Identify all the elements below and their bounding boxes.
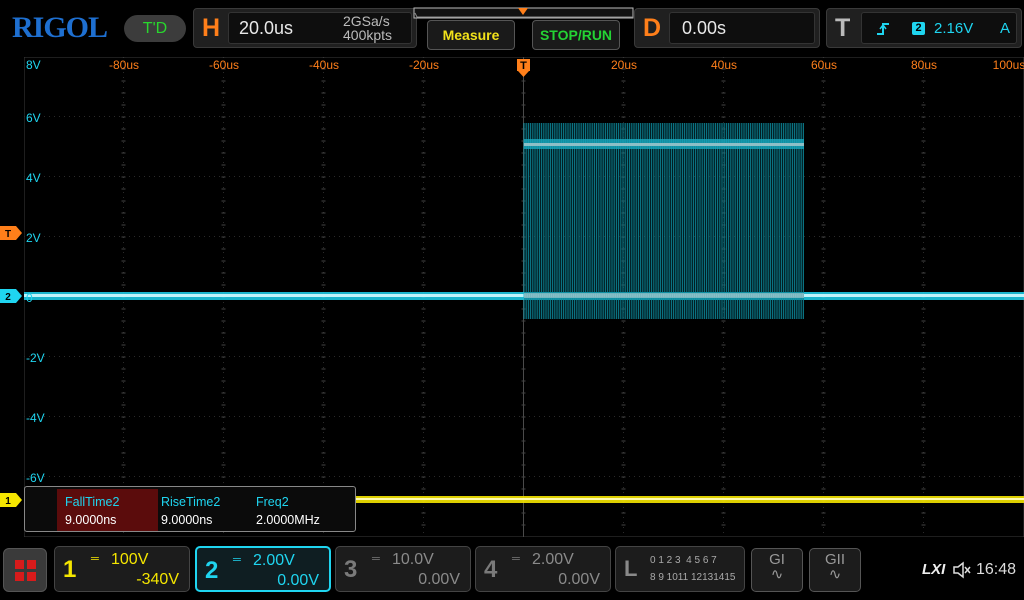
delay-panel[interactable]: D 0.00s <box>634 8 820 48</box>
voltage-axis-label: 8V <box>26 58 41 72</box>
channel-number: 2 <box>205 557 219 584</box>
trigger-level-marker[interactable]: T <box>0 226 24 240</box>
voltage-axis-label: 6V <box>26 111 41 125</box>
stop-run-button[interactable]: STOP/RUN <box>532 20 620 50</box>
channel-offset: -340V <box>136 571 179 588</box>
channel-number: 4 <box>484 556 498 583</box>
channel-scale: 2.00V <box>532 551 574 568</box>
trigger-level: 2.16V <box>934 20 974 37</box>
measurement-value: 2.0000MHz <box>256 513 320 527</box>
memory-position-strip <box>413 7 634 19</box>
delay-value: 0.00s <box>682 18 727 38</box>
system-clock: 16:48 <box>976 561 1017 578</box>
rising-edge-icon <box>877 23 889 35</box>
dc-coupling-icon: ═ <box>372 553 380 565</box>
menu-grid-icon <box>15 560 24 569</box>
bottom-bar: 1 ═ 100V -340V 2 ═ 2.00V 0.00V 3 ═ 10.0V… <box>0 541 1024 600</box>
svg-text:T: T <box>520 60 527 72</box>
voltage-axis-label: -6V <box>26 471 45 485</box>
measurement-value: 9.0000ns <box>65 513 117 527</box>
time-axis-label: 100us <box>993 58 1024 72</box>
ch1-offset-marker[interactable]: 1 <box>0 493 24 507</box>
channel-scale: 2.00V <box>253 552 295 569</box>
memory-depth: 400kpts <box>343 27 393 43</box>
timebase-value: 20.0us <box>239 18 294 38</box>
trigger-readout: 2 2.16V A <box>861 12 1017 44</box>
time-axis-label: -80us <box>109 58 139 72</box>
voltage-axis-label: 0 <box>26 291 33 305</box>
measure-button[interactable]: Measure <box>427 20 515 50</box>
channel-offset: 0.00V <box>418 571 460 588</box>
channel-number: 1 <box>63 556 77 583</box>
generator-2-button[interactable]: GII ∿ <box>809 548 861 592</box>
generator-1-button[interactable]: GI ∿ <box>751 548 803 592</box>
top-bar: RIGOL T'D H 20.0us 2GSa/s 400kpts Measur… <box>0 0 1024 56</box>
logic-channels-row1: 0 1 2 3 4 5 6 7 <box>650 555 717 566</box>
logic-analyzer-box[interactable]: L 0 1 2 3 4 5 6 7 8 9 1011 12131415 <box>615 546 745 592</box>
time-axis-label: 80us <box>911 58 937 72</box>
time-axis-label: -60us <box>209 58 239 72</box>
time-axis-label: -40us <box>309 58 339 72</box>
logic-channels-row2: 8 9 1011 12131415 <box>650 572 736 583</box>
time-axis-label: -20us <box>409 58 439 72</box>
trigger-letter: T <box>835 14 851 42</box>
channel-1-box[interactable]: 1 ═ 100V -340V <box>54 546 190 592</box>
brand-logo: RIGOL <box>12 11 108 44</box>
ch1-marker-label: 1 <box>5 496 11 507</box>
channel-scale: 10.0V <box>392 551 434 568</box>
measurement-name: RiseTime2 <box>161 495 221 509</box>
trigger-source-badge: 2 <box>912 22 925 35</box>
lxi-logo: LXI <box>922 561 946 578</box>
waveform-grid[interactable]: -80us -60us -40us -20us 20us 40us 60us 80us 100u… <box>24 57 1024 537</box>
time-axis-label: 40us <box>711 58 737 72</box>
dc-coupling-icon: ═ <box>233 554 241 566</box>
speaker-muted-icon[interactable] <box>952 561 972 579</box>
time-axis-label: 60us <box>811 58 837 72</box>
trigger-level-marker-label: T <box>5 229 11 240</box>
channel-offset: 0.00V <box>558 571 600 588</box>
delay-letter: D <box>643 14 662 42</box>
measurement-name: FallTime2 <box>65 495 120 509</box>
measurement-name: Freq2 <box>256 495 289 509</box>
trigger-mode: A <box>1000 20 1011 37</box>
channel-offset: 0.00V <box>277 572 319 589</box>
voltage-axis-label: -2V <box>26 351 45 365</box>
delay-readout: 0.00s <box>669 12 815 44</box>
horizontal-panel[interactable]: H 20.0us 2GSa/s 400kpts <box>193 8 417 48</box>
voltage-axis-label: -4V <box>26 411 45 425</box>
channel-2-box[interactable]: 2 ═ 2.00V 0.00V <box>195 546 331 592</box>
time-axis-label: 20us <box>611 58 637 72</box>
sine-wave-icon: ∿ <box>770 566 784 583</box>
trigger-panel[interactable]: T 2 2.16V A <box>826 8 1022 48</box>
ch2-offset-marker[interactable]: 2 <box>0 289 24 303</box>
trigger-status-badge: T'D <box>124 15 186 42</box>
measurement-value: 9.0000ns <box>161 513 213 527</box>
ch2-marker-label: 2 <box>5 292 11 303</box>
sine-wave-icon: ∿ <box>828 566 842 583</box>
voltage-axis-label: 4V <box>26 171 41 185</box>
dc-coupling-icon: ═ <box>91 553 99 565</box>
dc-coupling-icon: ═ <box>512 553 520 565</box>
channel-3-box[interactable]: 3 ═ 10.0V 0.00V <box>335 546 471 592</box>
main-menu-button[interactable] <box>3 548 47 592</box>
channel-scale: 100V <box>111 551 149 568</box>
measurement-item[interactable]: RiseTime2 9.0000ns <box>153 489 253 531</box>
channel-4-box[interactable]: 4 ═ 2.00V 0.00V <box>475 546 611 592</box>
horizontal-readout: 20.0us 2GSa/s 400kpts <box>228 12 412 44</box>
measurement-item[interactable]: Freq2 2.0000MHz <box>248 489 348 531</box>
measurement-item[interactable]: FallTime2 9.0000ns <box>57 489 158 531</box>
logic-letter: L <box>624 556 638 581</box>
channel-number: 3 <box>344 556 358 583</box>
voltage-axis-label: 2V <box>26 231 41 245</box>
measurement-panel[interactable]: FallTime2 9.0000ns RiseTime2 9.0000ns Fr… <box>24 486 356 532</box>
horizontal-letter: H <box>202 14 221 42</box>
